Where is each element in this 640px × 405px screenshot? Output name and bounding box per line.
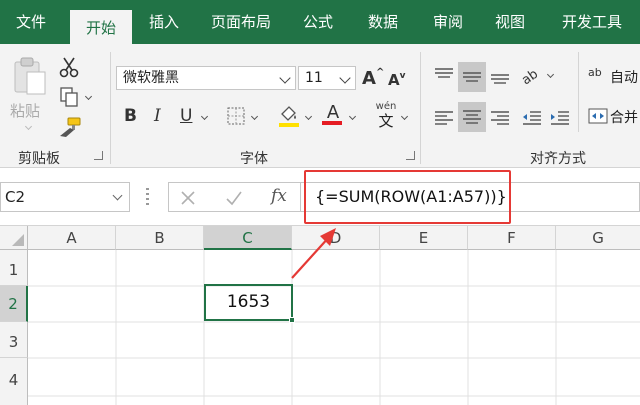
insert-function-icon[interactable]: fx — [271, 186, 287, 206]
shrink-font-button[interactable]: Av — [388, 71, 405, 89]
clipboard-group-label: 剪贴板 — [18, 151, 60, 167]
column-header-f[interactable]: F — [468, 226, 556, 250]
wrap-text-label: 自动 — [610, 70, 638, 86]
underline-dropdown-icon[interactable] — [200, 112, 209, 121]
tab-file[interactable]: 文件 — [0, 0, 62, 44]
tab-review[interactable]: 审阅 — [420, 0, 476, 44]
row-header-4[interactable]: 4 — [0, 358, 28, 405]
chevron-down-icon — [112, 190, 123, 201]
formula-bar-grip-icon — [146, 188, 149, 206]
column-header-c[interactable]: C — [204, 226, 292, 250]
separator — [578, 52, 579, 132]
enter-check-icon[interactable] — [225, 189, 243, 207]
copy-icon[interactable] — [58, 86, 80, 108]
shrink-font-glyph: A — [388, 71, 400, 89]
decrease-indent-icon[interactable] — [520, 106, 544, 130]
fill-handle[interactable] — [289, 317, 295, 323]
name-box-value: C2 — [5, 188, 26, 206]
column-header-e[interactable]: E — [380, 226, 468, 250]
tab-data[interactable]: 数据 — [352, 0, 414, 44]
tab-view[interactable]: 视图 — [482, 0, 538, 44]
borders-icon[interactable] — [226, 106, 246, 126]
column-header-a[interactable]: A — [28, 226, 116, 250]
separator — [420, 52, 421, 164]
row-header-1[interactable]: 1 — [0, 250, 28, 286]
tab-developer[interactable]: 开发工具 — [548, 0, 636, 44]
italic-button[interactable]: I — [154, 106, 161, 126]
cell-c2-value: 1653 — [226, 292, 271, 312]
fill-color-dropdown-icon[interactable] — [304, 112, 313, 121]
orientation-icon: ab — [519, 66, 542, 89]
copy-dropdown-icon[interactable] — [84, 92, 93, 101]
paste-dropdown-icon — [24, 122, 33, 131]
merge-center-button[interactable]: 合并 — [588, 106, 640, 130]
select-all-button[interactable] — [0, 226, 28, 250]
tab-insert[interactable]: 插入 — [136, 0, 192, 44]
select-all-icon — [12, 234, 24, 246]
name-box[interactable]: C2 — [0, 182, 130, 212]
formula-highlight-box — [304, 170, 511, 224]
row-header-2[interactable]: 2 — [0, 286, 28, 322]
fill-color-icon[interactable] — [278, 104, 300, 128]
tab-formulas[interactable]: 公式 — [290, 0, 346, 44]
merge-icon — [588, 108, 608, 124]
merge-label: 合并 — [610, 110, 638, 126]
wrap-text-button[interactable]: ab 自动 — [588, 66, 640, 90]
phonetic-dropdown-icon[interactable] — [400, 112, 409, 121]
grow-font-glyph: A — [362, 68, 376, 89]
borders-dropdown-icon[interactable] — [250, 112, 259, 121]
font-color-dropdown-icon[interactable] — [348, 112, 357, 121]
font-dialog-launcher[interactable] — [406, 151, 415, 160]
underline-button[interactable]: U — [180, 106, 192, 126]
orientation-button[interactable]: ab — [519, 66, 556, 90]
phonetic-bottom-text: 文 — [378, 112, 394, 130]
font-color-glyph: A — [326, 102, 340, 123]
format-painter-icon[interactable] — [58, 116, 82, 138]
ribbon-tab-bar: 文件 开始 插入 页面布局 公式 数据 审阅 视图 开发工具 — [0, 0, 640, 44]
wrap-text-icon: ab — [588, 66, 602, 79]
cut-icon[interactable] — [58, 56, 80, 78]
font-size-combo[interactable]: 11 — [298, 66, 356, 90]
chevron-down-icon — [279, 72, 291, 84]
align-top-icon[interactable] — [432, 64, 456, 88]
align-bottom-icon[interactable] — [488, 64, 512, 88]
align-right-icon[interactable] — [488, 106, 512, 130]
tab-home[interactable]: 开始 — [70, 10, 132, 44]
align-center-icon — [463, 110, 481, 124]
font-name-value: 微软雅黑 — [123, 70, 179, 86]
increase-indent-icon[interactable] — [548, 106, 572, 130]
ribbon: 粘贴 剪贴板 微软雅黑 11 A^ Av B I U A wén 文 字体 ab… — [0, 44, 640, 168]
phonetic-top-text: wén — [375, 101, 397, 112]
alignment-group-label: 对齐方式 — [530, 151, 586, 167]
column-header-g[interactable]: G — [556, 226, 640, 250]
paste-icon — [14, 57, 46, 95]
align-middle-button[interactable] — [458, 62, 486, 92]
bold-button[interactable]: B — [124, 106, 137, 126]
chevron-down-icon — [339, 72, 351, 84]
row-header-3[interactable]: 3 — [0, 322, 28, 358]
font-group-label: 字体 — [240, 151, 268, 167]
paste-label: 粘贴 — [10, 102, 41, 120]
align-middle-icon — [463, 72, 481, 82]
font-color-button[interactable]: A — [322, 102, 344, 125]
clipboard-dialog-launcher[interactable] — [94, 151, 103, 160]
grow-font-button[interactable]: A^ — [362, 67, 384, 89]
align-center-button[interactable] — [458, 102, 486, 132]
phonetic-button[interactable]: wén 文 — [372, 101, 400, 131]
formula-bar-buttons: fx — [168, 182, 300, 212]
tab-page-layout[interactable]: 页面布局 — [198, 0, 284, 44]
orientation-dropdown-icon — [546, 70, 555, 79]
paste-button[interactable]: 粘贴 — [6, 54, 52, 134]
font-name-combo[interactable]: 微软雅黑 — [116, 66, 296, 90]
separator — [110, 52, 111, 164]
align-left-icon[interactable] — [432, 106, 456, 130]
cell-c2[interactable]: 1653 — [204, 284, 293, 321]
cancel-icon[interactable] — [179, 189, 197, 207]
column-header-b[interactable]: B — [116, 226, 204, 250]
font-size-value: 11 — [305, 70, 323, 86]
annotation-arrow-icon — [291, 228, 336, 279]
